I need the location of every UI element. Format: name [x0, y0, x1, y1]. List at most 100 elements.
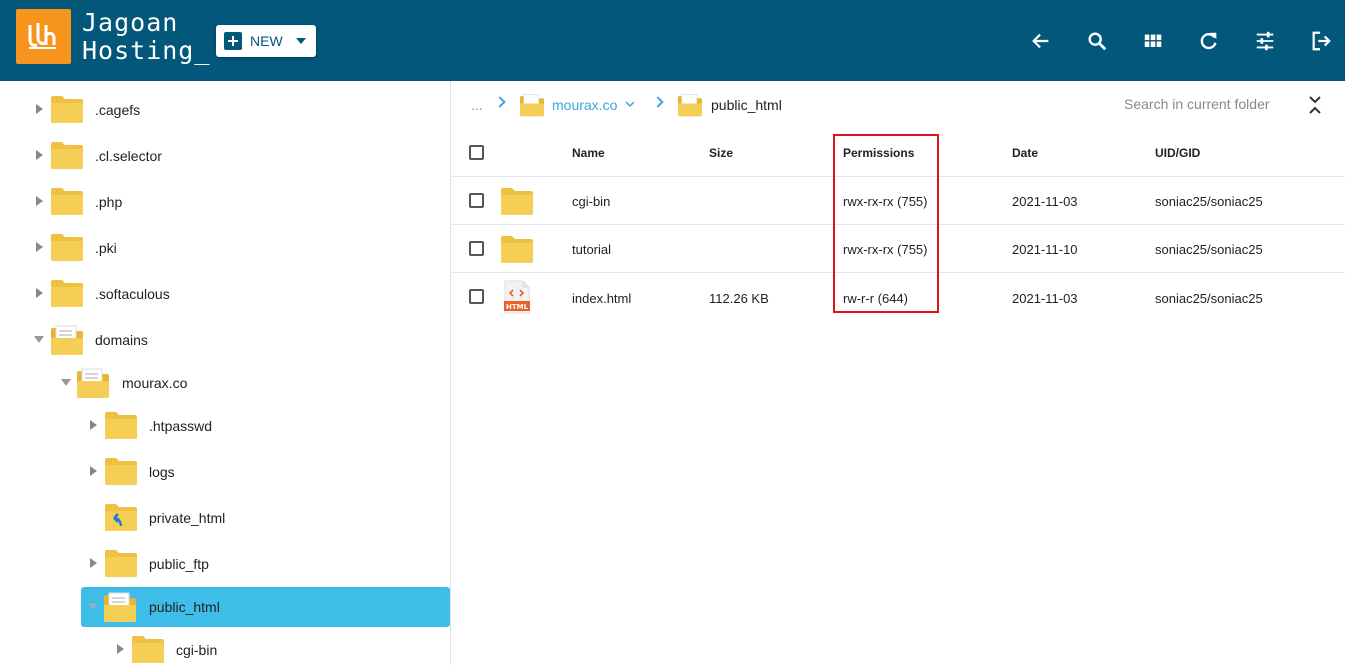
file-uid: soniac25/soniac25	[1155, 194, 1263, 209]
expand-arrow-icon[interactable]	[117, 644, 124, 654]
new-button-label: NEW	[250, 33, 283, 49]
file-name[interactable]: index.html	[572, 291, 631, 306]
row-checkbox[interactable]	[469, 193, 484, 208]
search-input[interactable]: Search in current folder	[1124, 96, 1270, 112]
column-name[interactable]: Name	[572, 146, 605, 160]
brand-name: Jagoan Hosting_	[82, 9, 210, 65]
tree-item-public-ftp[interactable]: public_ftp	[82, 544, 428, 584]
expand-arrow-icon[interactable]	[90, 420, 97, 430]
tree-item-label: .htpasswd	[149, 418, 213, 434]
tree-item-label: public_html	[149, 599, 220, 615]
logo[interactable]	[16, 9, 71, 64]
expand-arrow-icon[interactable]	[36, 242, 43, 252]
breadcrumb-root[interactable]: ...	[471, 97, 483, 113]
collapse-icon[interactable]	[1308, 95, 1322, 115]
chevron-right-icon	[652, 96, 664, 108]
search-icon[interactable]	[1086, 30, 1108, 52]
new-button[interactable]: NEW	[216, 25, 316, 57]
tree-item-label: logs	[149, 464, 175, 480]
folder-icon	[105, 412, 137, 439]
logo-mark-icon	[28, 23, 56, 49]
folder-icon	[501, 188, 533, 215]
folder-tree: .cagefs .cl.selector .php .pki .softacul…	[0, 81, 451, 665]
column-uid[interactable]: UID/GID	[1155, 146, 1200, 160]
expand-arrow-icon[interactable]	[36, 104, 43, 114]
tree-item-label: private_html	[149, 510, 226, 526]
grid-view-icon[interactable]	[1142, 30, 1164, 52]
chevron-right-icon	[494, 96, 506, 108]
file-name[interactable]: cgi-bin	[572, 194, 610, 209]
collapse-arrow-icon[interactable]	[88, 603, 98, 610]
select-all-checkbox[interactable]	[469, 145, 484, 160]
symlink-folder-icon	[105, 504, 137, 531]
tree-item-label: .php	[95, 194, 123, 210]
settings-sliders-icon[interactable]	[1254, 30, 1276, 52]
tree-item-softaculous[interactable]: .softaculous	[28, 274, 428, 314]
tree-item-label: public_ftp	[149, 556, 209, 572]
tree-item-label: .softaculous	[95, 286, 170, 302]
file-date: 2021-11-10	[1012, 242, 1078, 257]
logout-icon[interactable]	[1310, 30, 1332, 52]
tree-item-cgi-bin[interactable]: cgi-bin	[109, 630, 428, 670]
tree-item-htpasswd[interactable]: .htpasswd	[82, 406, 428, 446]
breadcrumb: ... mourax.co public_html Search in curr…	[451, 81, 1345, 129]
open-folder-icon	[104, 592, 136, 622]
tree-item-logs[interactable]: logs	[82, 452, 428, 492]
file-uid: soniac25/soniac25	[1155, 242, 1263, 257]
open-folder-icon	[51, 325, 83, 355]
expand-arrow-icon[interactable]	[90, 558, 97, 568]
folder-icon	[51, 280, 83, 307]
folder-icon	[51, 142, 83, 169]
caret-down-icon	[296, 38, 306, 44]
tree-item-php[interactable]: .php	[28, 182, 428, 222]
expand-arrow-icon[interactable]	[36, 150, 43, 160]
brand-line-2: Hosting_	[82, 36, 211, 65]
tree-item-cl-selector[interactable]: .cl.selector	[28, 136, 428, 176]
expand-arrow-icon[interactable]	[90, 466, 97, 476]
app-header: Jagoan Hosting_ NEW	[0, 0, 1345, 81]
open-folder-icon	[678, 94, 702, 117]
file-size: 112.26 KB	[709, 291, 769, 306]
permissions-highlight-box	[833, 134, 939, 313]
brand-line-1: Jagoan	[82, 8, 179, 37]
column-size[interactable]: Size	[709, 146, 733, 160]
folder-icon	[51, 96, 83, 123]
tree-item-public-html[interactable]: public_html	[81, 587, 450, 627]
chevron-down-icon[interactable]	[625, 100, 635, 108]
collapse-arrow-icon[interactable]	[61, 379, 71, 386]
tree-item-domains[interactable]: domains	[28, 320, 428, 360]
folder-icon	[132, 636, 164, 663]
tree-item-private-html[interactable]: private_html	[82, 498, 428, 538]
file-date: 2021-11-03	[1012, 194, 1078, 209]
html-file-icon: HTML	[504, 280, 530, 314]
collapse-arrow-icon[interactable]	[34, 336, 44, 343]
tree-item-label: .cl.selector	[95, 148, 162, 164]
row-checkbox[interactable]	[469, 289, 484, 304]
tree-item-label: mourax.co	[122, 375, 188, 391]
tree-item-label: .cagefs	[95, 102, 141, 118]
tree-item-pki[interactable]: .pki	[28, 228, 428, 268]
refresh-icon[interactable]	[1198, 30, 1220, 52]
row-checkbox[interactable]	[469, 241, 484, 256]
breadcrumb-current: public_html	[711, 97, 782, 113]
back-arrow-icon[interactable]	[1030, 30, 1052, 52]
folder-icon	[105, 458, 137, 485]
expand-arrow-icon[interactable]	[36, 288, 43, 298]
file-name[interactable]: tutorial	[572, 242, 611, 257]
expand-arrow-icon[interactable]	[36, 196, 43, 206]
tree-item-label: domains	[95, 332, 148, 348]
file-date: 2021-11-03	[1012, 291, 1078, 306]
folder-icon	[51, 234, 83, 261]
open-folder-icon	[520, 94, 544, 117]
html-badge: HTML	[506, 303, 529, 311]
breadcrumb-domain[interactable]: mourax.co	[552, 97, 617, 113]
tree-item-cagefs[interactable]: .cagefs	[28, 90, 428, 130]
tree-item-label: .pki	[95, 240, 117, 256]
plus-icon	[224, 32, 242, 50]
tree-item-label: cgi-bin	[176, 642, 218, 658]
folder-icon	[105, 550, 137, 577]
tree-item-mourax-co[interactable]: mourax.co	[56, 363, 428, 403]
folder-icon	[51, 188, 83, 215]
column-date[interactable]: Date	[1012, 146, 1038, 160]
open-folder-icon	[77, 368, 109, 398]
